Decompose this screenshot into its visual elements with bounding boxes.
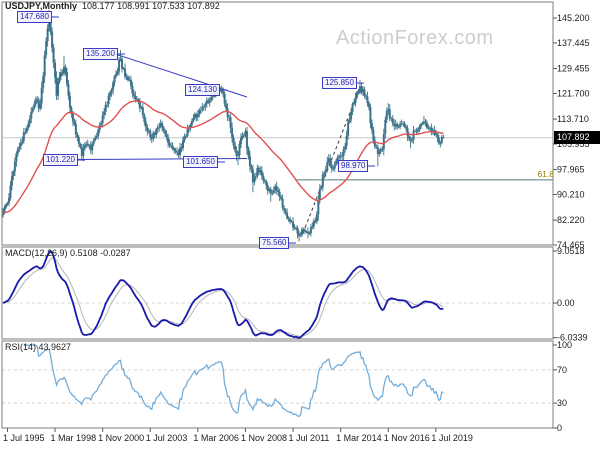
- bar-low: 107.533: [152, 1, 185, 11]
- fibonacci-61.8-label: 61.8: [537, 169, 554, 179]
- price-annotation-label: 124.130: [185, 84, 220, 96]
- svg-text:1 Jul 2019: 1 Jul 2019: [431, 433, 473, 443]
- svg-text:1 Mar 2006: 1 Mar 2006: [193, 433, 239, 443]
- price-axis: 145.200137.445129.455121.700113.710105.9…: [553, 13, 590, 433]
- svg-text:30: 30: [557, 398, 567, 408]
- svg-text:0.00: 0.00: [557, 298, 575, 308]
- price-annotation-label: 125.850: [322, 77, 357, 89]
- price-annotation-label: 75.560: [259, 237, 290, 249]
- svg-text:100: 100: [557, 340, 572, 350]
- svg-text:1 Nov 2008: 1 Nov 2008: [241, 433, 287, 443]
- rsi-values: 43.9627: [38, 342, 72, 352]
- macd-values: 0.5108 -0.0287: [70, 248, 131, 258]
- macd-main-line: [2, 250, 444, 339]
- chart-title: USDJPY,Monthly 108.177 108.991 107.533 1…: [5, 1, 220, 11]
- current-price-tag: 107.892: [554, 131, 600, 144]
- symbol-timeframe: USDJPY,Monthly: [5, 1, 78, 11]
- svg-text:1 Nov 2000: 1 Nov 2000: [98, 433, 144, 443]
- svg-text:1 Mar 1998: 1 Mar 1998: [51, 433, 97, 443]
- svg-text:1 Jul 2003: 1 Jul 2003: [146, 433, 188, 443]
- rsi-line: [23, 344, 444, 418]
- rsi-panel-title: RSI(14) 43.9627: [5, 342, 71, 352]
- panel-border: [1, 340, 554, 429]
- panel-border: [1, 246, 554, 340]
- svg-text:145.200: 145.200: [557, 13, 590, 23]
- bar-close: 107.892: [187, 1, 220, 11]
- svg-text:1 Jul 2011: 1 Jul 2011: [289, 433, 330, 443]
- svg-text:1 Jul 1995: 1 Jul 1995: [3, 433, 45, 443]
- svg-text:113.710: 113.710: [557, 114, 589, 124]
- svg-text:137.445: 137.445: [557, 38, 590, 48]
- svg-text:1 Nov 2016: 1 Nov 2016: [384, 433, 430, 443]
- svg-text:121.700: 121.700: [557, 88, 590, 98]
- price-annotation-label: 135.200: [83, 48, 118, 60]
- svg-text:90.210: 90.210: [557, 189, 585, 199]
- price-annotation-label: 98.970: [338, 160, 369, 172]
- bar-high: 108.991: [117, 1, 150, 11]
- svg-text:129.455: 129.455: [557, 64, 590, 74]
- svg-text:97.965: 97.965: [557, 165, 585, 175]
- macd-panel-title: MACD(12,26,9) 0.5108 -0.0287: [5, 248, 131, 258]
- bar-open: 108.177: [82, 1, 115, 11]
- macd-panel: [2, 250, 553, 339]
- price-annotation-label: 147.680: [17, 11, 52, 23]
- trendline: [73, 158, 248, 160]
- watermark: ActionForex.com: [336, 27, 494, 49]
- price-annotation-label: 101.220: [43, 154, 78, 166]
- svg-text:0: 0: [557, 423, 562, 433]
- rsi-panel: [2, 344, 553, 418]
- rsi-label: RSI(14): [5, 342, 37, 352]
- time-axis: 1 Jul 1995 1 Mar 1998 1 Nov 2000 1 Jul 2003…: [3, 428, 473, 443]
- svg-text:1 Mar 2014: 1 Mar 2014: [336, 433, 382, 443]
- macd-label: MACD(12,26,9): [5, 248, 68, 258]
- chart-canvas: 145.200137.445129.455121.700113.710105.9…: [1, 1, 590, 443]
- price-annotation-label: 101.650: [183, 156, 218, 168]
- macd-signal-line: [2, 257, 444, 338]
- svg-text:82.220: 82.220: [557, 215, 585, 225]
- svg-text:70: 70: [557, 365, 567, 375]
- chart-window: ActionForex.com 145.200 137.445 129.455 121…: [0, 0, 600, 450]
- svg-text:9.0518: 9.0518: [557, 246, 585, 256]
